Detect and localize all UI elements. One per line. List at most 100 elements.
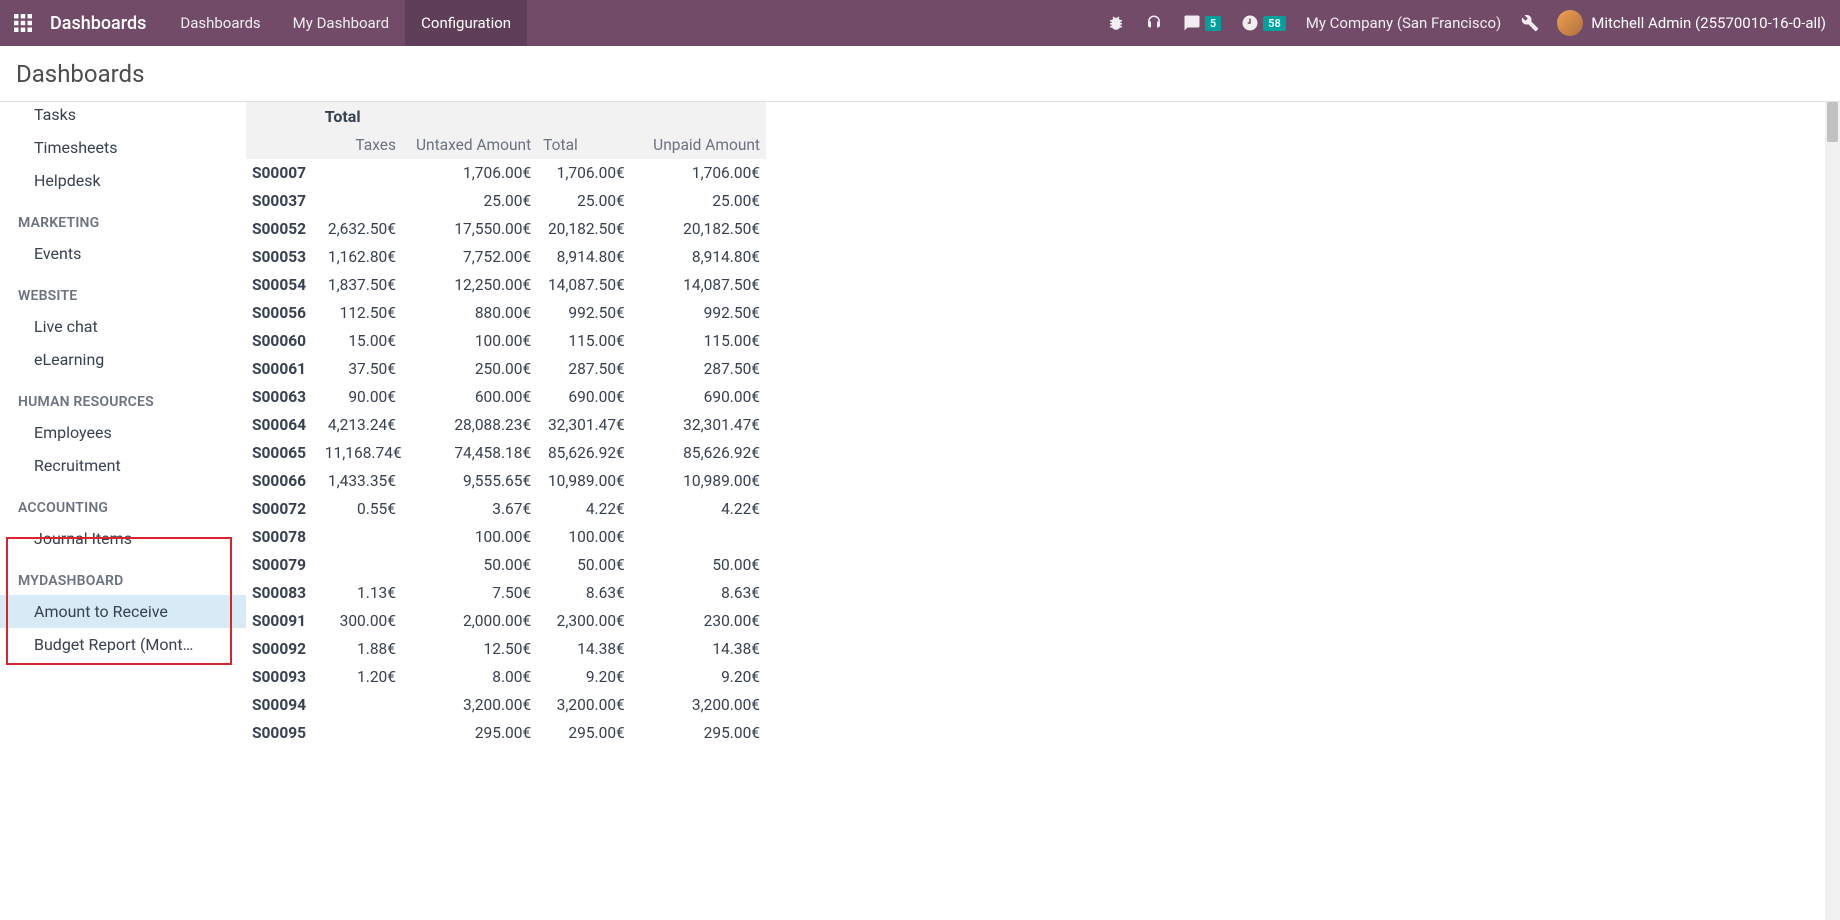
cell-untaxed: 25.00€ bbox=[402, 187, 537, 215]
row-id: S00095 bbox=[246, 719, 319, 747]
company-switcher[interactable]: My Company (San Francisco) bbox=[1296, 0, 1511, 46]
table-row[interactable]: S000921.88€12.50€14.38€14.38€ bbox=[246, 635, 766, 663]
table-row[interactable]: S00095295.00€295.00€295.00€ bbox=[246, 719, 766, 747]
cell-total: 2,300.00€ bbox=[537, 607, 631, 635]
cell-unpaid: 4.22€ bbox=[631, 495, 766, 523]
cell-untaxed: 2,000.00€ bbox=[402, 607, 537, 635]
table-row[interactable]: S0007950.00€50.00€50.00€ bbox=[246, 551, 766, 579]
table-row[interactable]: S000661,433.35€9,555.65€10,989.00€10,989… bbox=[246, 467, 766, 495]
cell-taxes bbox=[319, 691, 402, 719]
activities-icon[interactable]: 58 bbox=[1231, 0, 1296, 46]
cell-untaxed: 3,200.00€ bbox=[402, 691, 537, 719]
cell-untaxed: 880.00€ bbox=[402, 299, 537, 327]
cell-untaxed: 3.67€ bbox=[402, 495, 537, 523]
table-row[interactable]: S00091300.00€2,000.00€2,300.00€230.00€ bbox=[246, 607, 766, 635]
nav-menu-item[interactable]: Configuration bbox=[405, 0, 527, 46]
table-row[interactable]: S0006137.50€250.00€287.50€287.50€ bbox=[246, 355, 766, 383]
row-id: S00052 bbox=[246, 215, 319, 243]
table-row[interactable]: S000522,632.50€17,550.00€20,182.50€20,18… bbox=[246, 215, 766, 243]
cell-total: 25.00€ bbox=[537, 187, 631, 215]
row-id: S00037 bbox=[246, 187, 319, 215]
row-id: S00091 bbox=[246, 607, 319, 635]
sidebar-item[interactable]: Live chat bbox=[0, 310, 246, 343]
cell-unpaid bbox=[631, 523, 766, 551]
cell-taxes: 112.50€ bbox=[319, 299, 402, 327]
nav-menu-item[interactable]: Dashboards bbox=[164, 0, 276, 46]
cell-taxes: 15.00€ bbox=[319, 327, 402, 355]
cell-taxes: 300.00€ bbox=[319, 607, 402, 635]
table-row[interactable]: S0006015.00€100.00€115.00€115.00€ bbox=[246, 327, 766, 355]
table-row[interactable]: S000720.55€3.67€4.22€4.22€ bbox=[246, 495, 766, 523]
nav-menu-item[interactable]: My Dashboard bbox=[277, 0, 405, 46]
sidebar-item[interactable]: Journal Items bbox=[0, 522, 246, 555]
cell-unpaid: 992.50€ bbox=[631, 299, 766, 327]
table-row[interactable]: S000071,706.00€1,706.00€1,706.00€ bbox=[246, 159, 766, 187]
cell-taxes: 1,837.50€ bbox=[319, 271, 402, 299]
settings-icon[interactable] bbox=[1511, 0, 1549, 46]
cell-total: 50.00€ bbox=[537, 551, 631, 579]
row-id: S00054 bbox=[246, 271, 319, 299]
user-menu[interactable]: Mitchell Admin (25570010-16-0-all) bbox=[1549, 10, 1840, 36]
sidebar-item[interactable]: Budget Report (Mont… bbox=[0, 628, 246, 661]
cell-untaxed: 100.00€ bbox=[402, 523, 537, 551]
col-taxes[interactable]: Taxes bbox=[319, 131, 402, 159]
col-total[interactable]: Total bbox=[537, 131, 631, 159]
table-row[interactable]: S000644,213.24€28,088.23€32,301.47€32,30… bbox=[246, 411, 766, 439]
cell-untaxed: 74,458.18€ bbox=[402, 439, 537, 467]
debug-icon[interactable] bbox=[1097, 0, 1135, 46]
row-id: S00060 bbox=[246, 327, 319, 355]
activities-badge: 58 bbox=[1263, 16, 1286, 31]
cell-total: 100.00€ bbox=[537, 523, 631, 551]
table-row[interactable]: S000943,200.00€3,200.00€3,200.00€ bbox=[246, 691, 766, 719]
cell-taxes: 4,213.24€ bbox=[319, 411, 402, 439]
page-scrollbar[interactable] bbox=[1825, 102, 1840, 920]
cell-taxes: 1,162.80€ bbox=[319, 243, 402, 271]
cell-taxes: 1,433.35€ bbox=[319, 467, 402, 495]
row-id: S00065 bbox=[246, 439, 319, 467]
sidebar-item[interactable]: Employees bbox=[0, 416, 246, 449]
brand-title[interactable]: Dashboards bbox=[46, 13, 164, 34]
cell-total: 85,626.92€ bbox=[537, 439, 631, 467]
messages-icon[interactable]: 5 bbox=[1173, 0, 1231, 46]
row-id: S00061 bbox=[246, 355, 319, 383]
table-row[interactable]: S0003725.00€25.00€25.00€ bbox=[246, 187, 766, 215]
apps-icon[interactable] bbox=[0, 0, 46, 46]
sidebar-item[interactable]: Events bbox=[0, 237, 246, 270]
row-id: S00066 bbox=[246, 467, 319, 495]
table-row[interactable]: S00078 100.00€100.00€ bbox=[246, 523, 766, 551]
table-row[interactable]: S000831.13€7.50€8.63€8.63€ bbox=[246, 579, 766, 607]
cell-unpaid: 8,914.80€ bbox=[631, 243, 766, 271]
cell-taxes bbox=[319, 551, 402, 579]
col-untaxed[interactable]: Untaxed Amount bbox=[402, 131, 537, 159]
table-row[interactable]: S000541,837.50€12,250.00€14,087.50€14,08… bbox=[246, 271, 766, 299]
sidebar-item[interactable]: Helpdesk bbox=[0, 164, 246, 197]
cell-unpaid: 115.00€ bbox=[631, 327, 766, 355]
row-id: S00007 bbox=[246, 159, 319, 187]
sidebar-item[interactable]: Amount to Receive bbox=[0, 595, 246, 628]
cell-taxes: 0.55€ bbox=[319, 495, 402, 523]
cell-unpaid: 10,989.00€ bbox=[631, 467, 766, 495]
sidebar-item[interactable]: eLearning bbox=[0, 343, 246, 376]
table-row[interactable]: S0006511,168.74€74,458.18€85,626.92€85,6… bbox=[246, 439, 766, 467]
cell-unpaid: 14.38€ bbox=[631, 635, 766, 663]
table-super-header[interactable]: Total bbox=[319, 102, 766, 131]
sidebar-item[interactable]: Recruitment bbox=[0, 449, 246, 482]
cell-unpaid: 3,200.00€ bbox=[631, 691, 766, 719]
cell-untaxed: 250.00€ bbox=[402, 355, 537, 383]
cell-untaxed: 600.00€ bbox=[402, 383, 537, 411]
cell-unpaid: 8.63€ bbox=[631, 579, 766, 607]
sidebar-item[interactable]: Tasks bbox=[0, 102, 246, 131]
row-id: S00078 bbox=[246, 523, 319, 551]
table-row[interactable]: S00056112.50€880.00€992.50€992.50€ bbox=[246, 299, 766, 327]
cell-untaxed: 8.00€ bbox=[402, 663, 537, 691]
table-row[interactable]: S0006390.00€600.00€690.00€690.00€ bbox=[246, 383, 766, 411]
cell-taxes: 11,168.74€ bbox=[319, 439, 402, 467]
support-icon[interactable] bbox=[1135, 0, 1173, 46]
user-name: Mitchell Admin (25570010-16-0-all) bbox=[1591, 14, 1826, 32]
sidebar-item[interactable]: Timesheets bbox=[0, 131, 246, 164]
row-id: S00056 bbox=[246, 299, 319, 327]
cell-untaxed: 28,088.23€ bbox=[402, 411, 537, 439]
table-row[interactable]: S000931.20€8.00€9.20€9.20€ bbox=[246, 663, 766, 691]
table-row[interactable]: S000531,162.80€7,752.00€8,914.80€8,914.8… bbox=[246, 243, 766, 271]
col-unpaid[interactable]: Unpaid Amount bbox=[631, 131, 766, 159]
